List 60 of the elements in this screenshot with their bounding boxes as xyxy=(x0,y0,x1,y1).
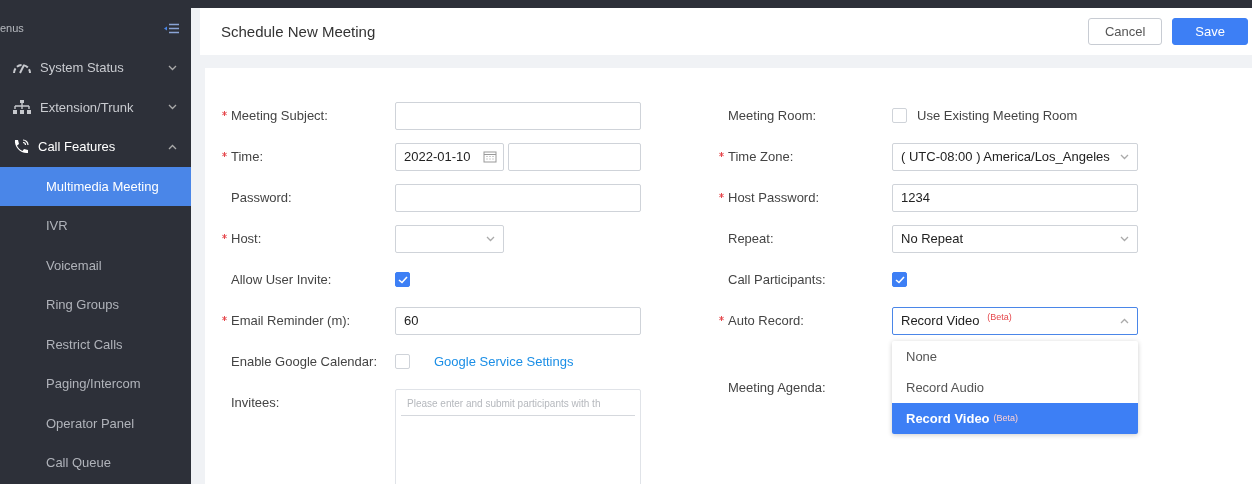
sidebar-item[interactable]: System Status xyxy=(0,48,191,88)
text-input[interactable] xyxy=(395,101,641,130)
field-label: Auto Record: xyxy=(728,313,804,328)
chevron-down-icon xyxy=(168,104,177,111)
select-field[interactable]: Record Video $^{(Beta)}$ xyxy=(892,306,1138,335)
checkbox[interactable] xyxy=(892,272,907,287)
chevron-down-icon xyxy=(168,64,177,71)
phone-icon xyxy=(12,137,30,156)
sidebar-item[interactable]: Extension/Trunk xyxy=(0,87,191,127)
sidebar-item[interactable]: Call Features xyxy=(0,127,191,167)
dropdown-option[interactable]: None xyxy=(892,340,1138,372)
field-label: Meeting Agenda: xyxy=(728,380,826,395)
select-field[interactable]: ( UTC-08:00 ) America/Los_Angeles xyxy=(892,142,1138,171)
chevron-down-icon xyxy=(486,235,495,242)
sidebar-subitem[interactable]: Paging/Intercom xyxy=(0,364,191,404)
sidebar-subitem[interactable]: Restrict Calls xyxy=(0,324,191,364)
field-label: Password: xyxy=(231,190,292,205)
chevron-up-icon xyxy=(1120,317,1129,324)
field-label: Allow User Invite: xyxy=(231,272,332,287)
field-label: Meeting Subject: xyxy=(231,108,328,123)
page-title: Schedule New Meeting xyxy=(221,23,376,40)
sidebar-subitem[interactable]: Operator Panel xyxy=(0,403,191,443)
field-label: Email Reminder (m): xyxy=(231,313,351,328)
calendar-icon xyxy=(483,150,497,163)
field-label: Invitees: xyxy=(231,395,280,410)
save-button[interactable]: Save xyxy=(1172,18,1248,45)
cancel-button[interactable]: Cancel xyxy=(1087,18,1163,45)
field-label: Call Participants: xyxy=(728,272,826,287)
checkbox-label[interactable]: Use Existing Meeting Room xyxy=(917,108,1078,123)
field-label: Enable Google Calendar: xyxy=(231,354,377,369)
sidebar-subitem[interactable]: Call Queue xyxy=(0,443,191,483)
sidebar-subitem[interactable]: Ring Groups xyxy=(0,285,191,325)
select-field[interactable] xyxy=(395,224,504,253)
chevron-up-icon xyxy=(168,143,177,150)
sidebar-subitem[interactable]: Voicemail xyxy=(0,245,191,285)
dropdown-option[interactable]: Record Video $^{(Beta)}$ xyxy=(892,402,1138,434)
network-icon xyxy=(12,100,32,115)
date-input[interactable]: 2022-01-10 xyxy=(395,142,504,171)
field-label: Repeat: xyxy=(728,231,774,246)
checkbox[interactable] xyxy=(395,272,410,287)
text-input[interactable] xyxy=(395,183,641,212)
text-input[interactable]: 60 xyxy=(395,306,641,335)
field-label: Host: xyxy=(231,231,262,246)
field-label: Meeting Room: xyxy=(728,108,817,123)
text-input[interactable]: 1234 xyxy=(892,183,1138,212)
sidebar-subitem[interactable]: Multimedia Meeting xyxy=(0,166,191,206)
field-label: Time: xyxy=(231,149,264,164)
invitees-placeholder: Please enter and submit participants with th xyxy=(401,398,635,416)
field-label: Time Zone: xyxy=(728,149,794,164)
google-service-settings-link[interactable]: Google Service Settings xyxy=(434,354,574,369)
collapse-menu-icon[interactable] xyxy=(164,22,179,34)
field-label: Host Password: xyxy=(728,190,820,205)
gauge-icon xyxy=(12,61,32,74)
dropdown-option[interactable]: Record Audio xyxy=(892,371,1138,403)
chevron-down-icon xyxy=(1120,153,1129,160)
time-input[interactable] xyxy=(508,142,641,171)
select-field[interactable]: No Repeat xyxy=(892,224,1138,253)
sidebar-title: enus xyxy=(0,22,24,34)
sidebar-subitem[interactable]: IVR xyxy=(0,206,191,246)
chevron-down-icon xyxy=(1120,235,1129,242)
